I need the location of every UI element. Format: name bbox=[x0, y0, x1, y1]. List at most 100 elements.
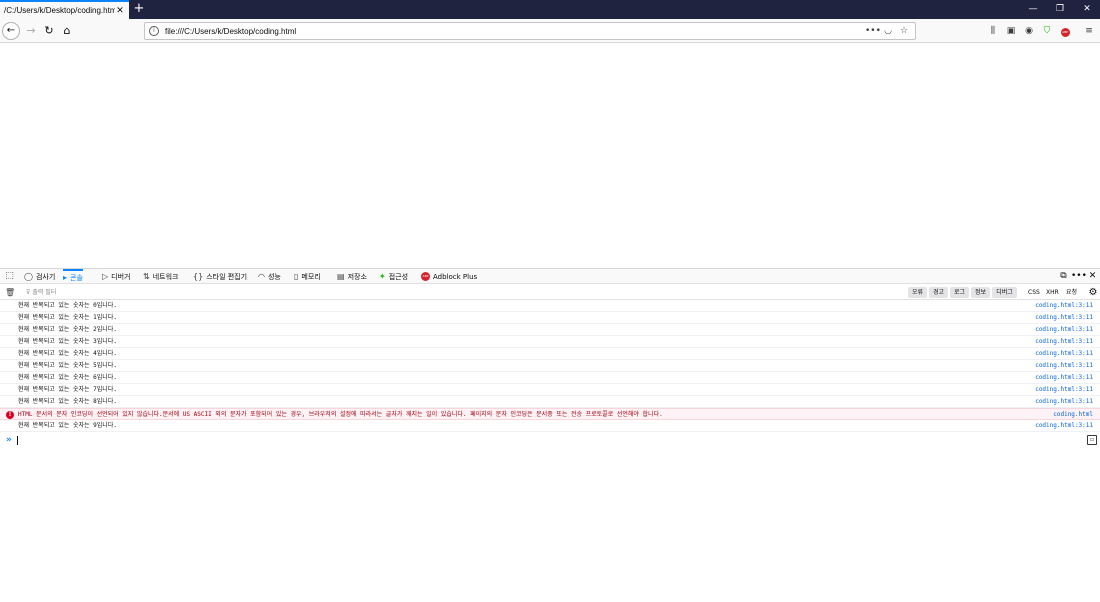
new-tab-button[interactable]: + bbox=[133, 1, 145, 17]
dock-icon[interactable]: ⧉ bbox=[1057, 270, 1070, 283]
style-editor-icon: {} bbox=[193, 272, 204, 281]
page-actions-icon[interactable]: ••• bbox=[865, 26, 881, 36]
network-icon: ⇅ bbox=[143, 272, 150, 281]
url-bar[interactable]: i file:///C:/Users/k/Desktop/coding.html… bbox=[144, 22, 916, 40]
trash-icon[interactable]: 🗑 bbox=[5, 287, 15, 298]
console-error-row: ! HTML 문서의 문자 인코딩이 선언되어 있지 않습니다.문서에 US A… bbox=[0, 408, 1100, 420]
source-link[interactable]: coding.html:3:11 bbox=[1035, 420, 1093, 432]
more-options-icon[interactable]: ••• bbox=[1071, 270, 1087, 283]
info-icon[interactable]: i bbox=[149, 26, 159, 36]
forward-arrow-icon[interactable]: → bbox=[22, 22, 40, 40]
sidebar-icon[interactable]: ▣ bbox=[1004, 24, 1018, 38]
bookmark-star-icon[interactable]: ☆ bbox=[897, 26, 911, 36]
close-tab-icon[interactable]: ✕ bbox=[115, 6, 125, 16]
console-log-row: 현재 반복되고 있는 숫자는 6입니다. coding.html:3:11 bbox=[0, 372, 1100, 384]
close-devtools-icon[interactable]: ✕ bbox=[1086, 270, 1099, 283]
log-text: 현재 반복되고 있는 숫자는 0입니다. bbox=[18, 302, 117, 309]
tab-label: 성능 bbox=[267, 272, 281, 281]
adblock-icon[interactable]: ABP bbox=[1058, 24, 1072, 38]
tab-style-editor[interactable]: {} 스타일 편집기 bbox=[193, 269, 247, 284]
tab-label: 네트워크 bbox=[152, 272, 179, 281]
url-text[interactable]: file:///C:/Users/k/Desktop/coding.html bbox=[165, 27, 863, 36]
memory-icon: ▯ bbox=[294, 272, 299, 281]
reload-icon[interactable]: ↻ bbox=[40, 22, 58, 40]
minimize-window-button[interactable]: — bbox=[1020, 0, 1046, 19]
accessibility-icon: ✦ bbox=[379, 272, 386, 281]
account-icon[interactable]: ◉ bbox=[1022, 24, 1036, 38]
log-text: 현재 반복되고 있는 숫자는 9입니다. bbox=[18, 422, 117, 429]
source-link[interactable]: coding.html:3:11 bbox=[1035, 372, 1093, 384]
settings-gear-icon[interactable]: ⚙ bbox=[1087, 286, 1099, 299]
source-link[interactable]: coding.html:3:11 bbox=[1035, 384, 1093, 396]
console-log-row: 현재 반복되고 있는 숫자는 2입니다. coding.html:3:11 bbox=[0, 324, 1100, 336]
tab-label: 저장소 bbox=[347, 272, 367, 281]
log-text: 현재 반복되고 있는 숫자는 3입니다. bbox=[18, 338, 117, 345]
tab-debugger[interactable]: ▷ 디버거 bbox=[102, 269, 130, 284]
storage-icon: ▤ bbox=[337, 272, 345, 281]
prompt-chevron-icon: » bbox=[6, 435, 12, 445]
source-link[interactable]: coding.html:3:11 bbox=[1035, 396, 1093, 408]
navigation-bar: ← → ↻ ⌂ i file:///C:/Users/k/Desktop/cod… bbox=[0, 19, 1100, 43]
shield-icon[interactable]: ⛉ bbox=[1040, 24, 1054, 38]
source-link[interactable]: coding.html:3:11 bbox=[1035, 348, 1093, 360]
tab-network[interactable]: ⇅ 네트워크 bbox=[143, 269, 178, 284]
console-log-row: 현재 반복되고 있는 숫자는 1입니다. coding.html:3:11 bbox=[0, 312, 1100, 324]
library-icon[interactable]: ⫼ bbox=[986, 24, 1000, 38]
log-text: 현재 반복되고 있는 숫자는 8입니다. bbox=[18, 398, 117, 405]
browser-tab[interactable]: /C:/Users/k/Desktop/coding.html ✕ bbox=[0, 0, 129, 19]
console-log-row: 현재 반복되고 있는 숫자는 0입니다. coding.html:3:11 bbox=[0, 300, 1100, 312]
log-text: 현재 반복되고 있는 숫자는 2입니다. bbox=[18, 326, 117, 333]
log-text: 현재 반복되고 있는 숫자는 5입니다. bbox=[18, 362, 117, 369]
filter-input[interactable]: ⊽ 출력 필터 bbox=[22, 287, 902, 298]
tab-title: /C:/Users/k/Desktop/coding.html bbox=[4, 6, 115, 15]
console-log-row: 현재 반복되고 있는 숫자는 3입니다. coding.html:3:11 bbox=[0, 336, 1100, 348]
debugger-icon: ▷ bbox=[102, 272, 109, 281]
source-link[interactable]: coding.html:3:11 bbox=[1035, 324, 1093, 336]
log-text: 현재 반복되고 있는 숫자는 6입니다. bbox=[18, 374, 117, 381]
filter-css-button[interactable]: CSS bbox=[1028, 287, 1040, 298]
tab-label: 메모리 bbox=[301, 272, 321, 281]
console-filter-bar: 🗑 ⊽ 출력 필터 오류 경고 로그 정보 디버그 CSS XHR 요청 ⚙ bbox=[0, 285, 1100, 300]
filter-info-button[interactable]: 정보 bbox=[971, 287, 990, 298]
devtools-toolbar: ⬚ ◯ 검사기 ▸ 콘솔 ▷ 디버거 ⇅ 네트워크 {} 스타일 편집기 ◠ 성… bbox=[0, 268, 1100, 284]
input-caret[interactable] bbox=[17, 436, 18, 445]
tab-storage[interactable]: ▤ 저장소 bbox=[337, 269, 367, 284]
console-log-row: 현재 반복되고 있는 숫자는 8입니다. coding.html:3:11 bbox=[0, 396, 1100, 408]
filter-warnings-button[interactable]: 경고 bbox=[929, 287, 948, 298]
split-console-icon[interactable]: ▫ bbox=[1087, 435, 1097, 445]
tab-label: 접근성 bbox=[388, 272, 409, 281]
filter-logs-button[interactable]: 로그 bbox=[950, 287, 969, 298]
log-text: 현재 반복되고 있는 숫자는 4입니다. bbox=[18, 350, 117, 357]
tab-adblock-plus[interactable]: ABP Adblock Plus bbox=[421, 269, 477, 284]
menu-hamburger-icon[interactable]: ≡ bbox=[1082, 24, 1096, 38]
tab-label: 디버거 bbox=[111, 272, 131, 281]
tab-console[interactable]: ▸ 콘솔 bbox=[63, 269, 83, 284]
source-link[interactable]: coding.html:3:11 bbox=[1035, 336, 1093, 348]
tab-strip: /C:/Users/k/Desktop/coding.html ✕ + bbox=[0, 0, 1100, 19]
element-picker-icon[interactable]: ⬚ bbox=[4, 271, 15, 282]
tab-performance[interactable]: ◠ 성능 bbox=[258, 269, 281, 284]
tab-memory[interactable]: ▯ 메모리 bbox=[294, 269, 321, 284]
source-link[interactable]: coding.html:3:11 bbox=[1035, 360, 1093, 372]
filter-debug-button[interactable]: 디버그 bbox=[992, 287, 1017, 298]
close-window-button[interactable]: ✕ bbox=[1074, 0, 1100, 19]
restore-window-button[interactable]: ❐ bbox=[1047, 0, 1073, 19]
source-link[interactable]: coding.html:3:11 bbox=[1035, 300, 1093, 312]
filter-xhr-button[interactable]: XHR bbox=[1046, 287, 1059, 298]
home-icon[interactable]: ⌂ bbox=[58, 22, 76, 40]
pocket-icon[interactable]: ◡ bbox=[881, 26, 895, 36]
log-text: 현재 반복되고 있는 숫자는 1입니다. bbox=[18, 314, 117, 321]
console-log-row: 현재 반복되고 있는 숫자는 4입니다. coding.html:3:11 bbox=[0, 348, 1100, 360]
filter-requests-button[interactable]: 요청 bbox=[1066, 287, 1077, 298]
tab-accessibility[interactable]: ✦ 접근성 bbox=[379, 269, 408, 284]
adblock-plus-icon: ABP bbox=[421, 272, 430, 281]
log-text: 현재 반복되고 있는 숫자는 7입니다. bbox=[18, 386, 117, 393]
source-link[interactable]: coding.html:3:11 bbox=[1035, 312, 1093, 324]
filter-placeholder: 출력 필터 bbox=[32, 289, 57, 296]
back-arrow-icon[interactable]: ← bbox=[2, 22, 20, 40]
console-input-row[interactable]: » ▫ bbox=[0, 434, 1100, 446]
tab-label: 검사기 bbox=[35, 272, 56, 281]
console-log-row: 현재 반복되고 있는 숫자는 5입니다. coding.html:3:11 bbox=[0, 360, 1100, 372]
filter-errors-button[interactable]: 오류 bbox=[908, 287, 927, 298]
tab-inspector[interactable]: ◯ 검사기 bbox=[24, 269, 55, 284]
